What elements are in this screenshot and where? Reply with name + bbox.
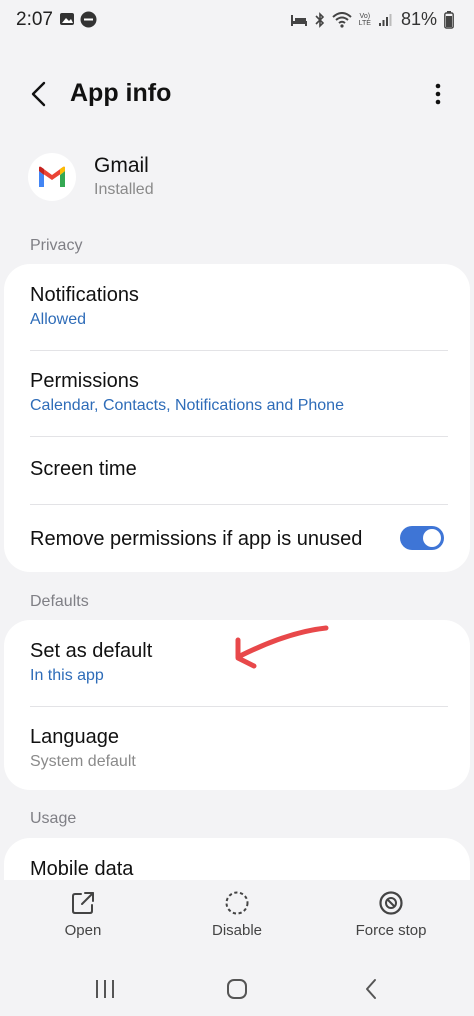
- status-left-icons: [59, 11, 97, 28]
- bluetooth-icon: [315, 11, 324, 28]
- bottom-action-bar: Open Disable Force stop: [0, 880, 474, 958]
- disable-label: Disable: [211, 922, 263, 939]
- force-stop-icon: [379, 891, 403, 915]
- recent-apps-icon: [96, 980, 114, 998]
- signal-icon: [378, 13, 392, 26]
- back-button[interactable]: [22, 76, 58, 112]
- status-right-icons: Vo) LTE 81%: [290, 9, 454, 30]
- more-vertical-icon: [435, 83, 441, 105]
- open-button[interactable]: Open: [23, 890, 143, 939]
- open-external-icon: [72, 892, 94, 914]
- back-nav-button[interactable]: [351, 974, 391, 1004]
- remove-permissions-title: Remove permissions if app is unused: [30, 528, 363, 550]
- do-not-disturb-icon: [80, 11, 97, 28]
- app-name: Gmail: [94, 154, 149, 177]
- app-header: Gmail Installed: [0, 148, 474, 218]
- language-title: Language: [30, 726, 119, 748]
- app-info-screen: 2:07 Vo) LTE 81% App info Gmail Installe…: [0, 0, 474, 1016]
- section-label-usage: Usage: [30, 810, 77, 827]
- force-stop-button[interactable]: Force stop: [331, 890, 451, 939]
- remove-permissions-toggle[interactable]: [400, 526, 444, 550]
- open-label: Open: [64, 922, 102, 939]
- more-options-button[interactable]: [426, 76, 450, 112]
- row-language[interactable]: Language System default: [4, 706, 470, 790]
- privacy-card: Notifications Allowed Permissions Calend…: [4, 264, 470, 572]
- mobile-data-title: Mobile data: [30, 858, 134, 880]
- section-label-defaults: Defaults: [30, 593, 89, 610]
- system-nav-bar: [0, 960, 474, 1016]
- page-title: App info: [70, 79, 172, 107]
- toggle-knob: [423, 529, 441, 547]
- force-stop-label: Force stop: [355, 922, 427, 939]
- battery-percent: 81%: [400, 9, 437, 29]
- home-icon: [227, 979, 247, 999]
- status-time: 2:07: [16, 9, 53, 30]
- back-arrow-icon: [31, 81, 46, 107]
- gmail-app-icon: [28, 153, 76, 201]
- notifications-title: Notifications: [30, 284, 139, 306]
- home-button[interactable]: [217, 974, 257, 1004]
- row-permissions[interactable]: Permissions Calendar, Contacts, Notifica…: [4, 350, 470, 436]
- battery-icon: [444, 10, 454, 29]
- wifi-icon: [331, 11, 352, 28]
- bed-icon: [290, 14, 307, 26]
- screen-time-title: Screen time: [30, 458, 137, 480]
- row-remove-permissions[interactable]: Remove permissions if app is unused: [4, 504, 470, 572]
- permissions-summary: Calendar, Contacts, Notifications and Ph…: [30, 397, 344, 414]
- status-bar: 2:07 Vo) LTE 81%: [0, 0, 474, 40]
- disable-icon: [225, 891, 249, 915]
- app-bar: App info: [0, 62, 474, 126]
- volte-indicator: Vo) LTE: [358, 12, 371, 27]
- annotation-arrow-icon: [235, 625, 329, 669]
- row-notifications[interactable]: Notifications Allowed: [4, 264, 470, 350]
- language-value: System default: [30, 753, 136, 770]
- permissions-title: Permissions: [30, 370, 139, 392]
- app-install-status: Installed: [94, 181, 154, 198]
- row-screen-time[interactable]: Screen time: [4, 436, 470, 504]
- disable-button[interactable]: Disable: [177, 890, 297, 939]
- gmail-logo-icon: [39, 166, 65, 187]
- back-chevron-icon: [366, 979, 376, 999]
- notifications-status: Allowed: [30, 311, 87, 328]
- section-label-privacy: Privacy: [30, 237, 83, 254]
- recent-apps-button[interactable]: [85, 974, 125, 1004]
- gallery-icon: [60, 13, 74, 25]
